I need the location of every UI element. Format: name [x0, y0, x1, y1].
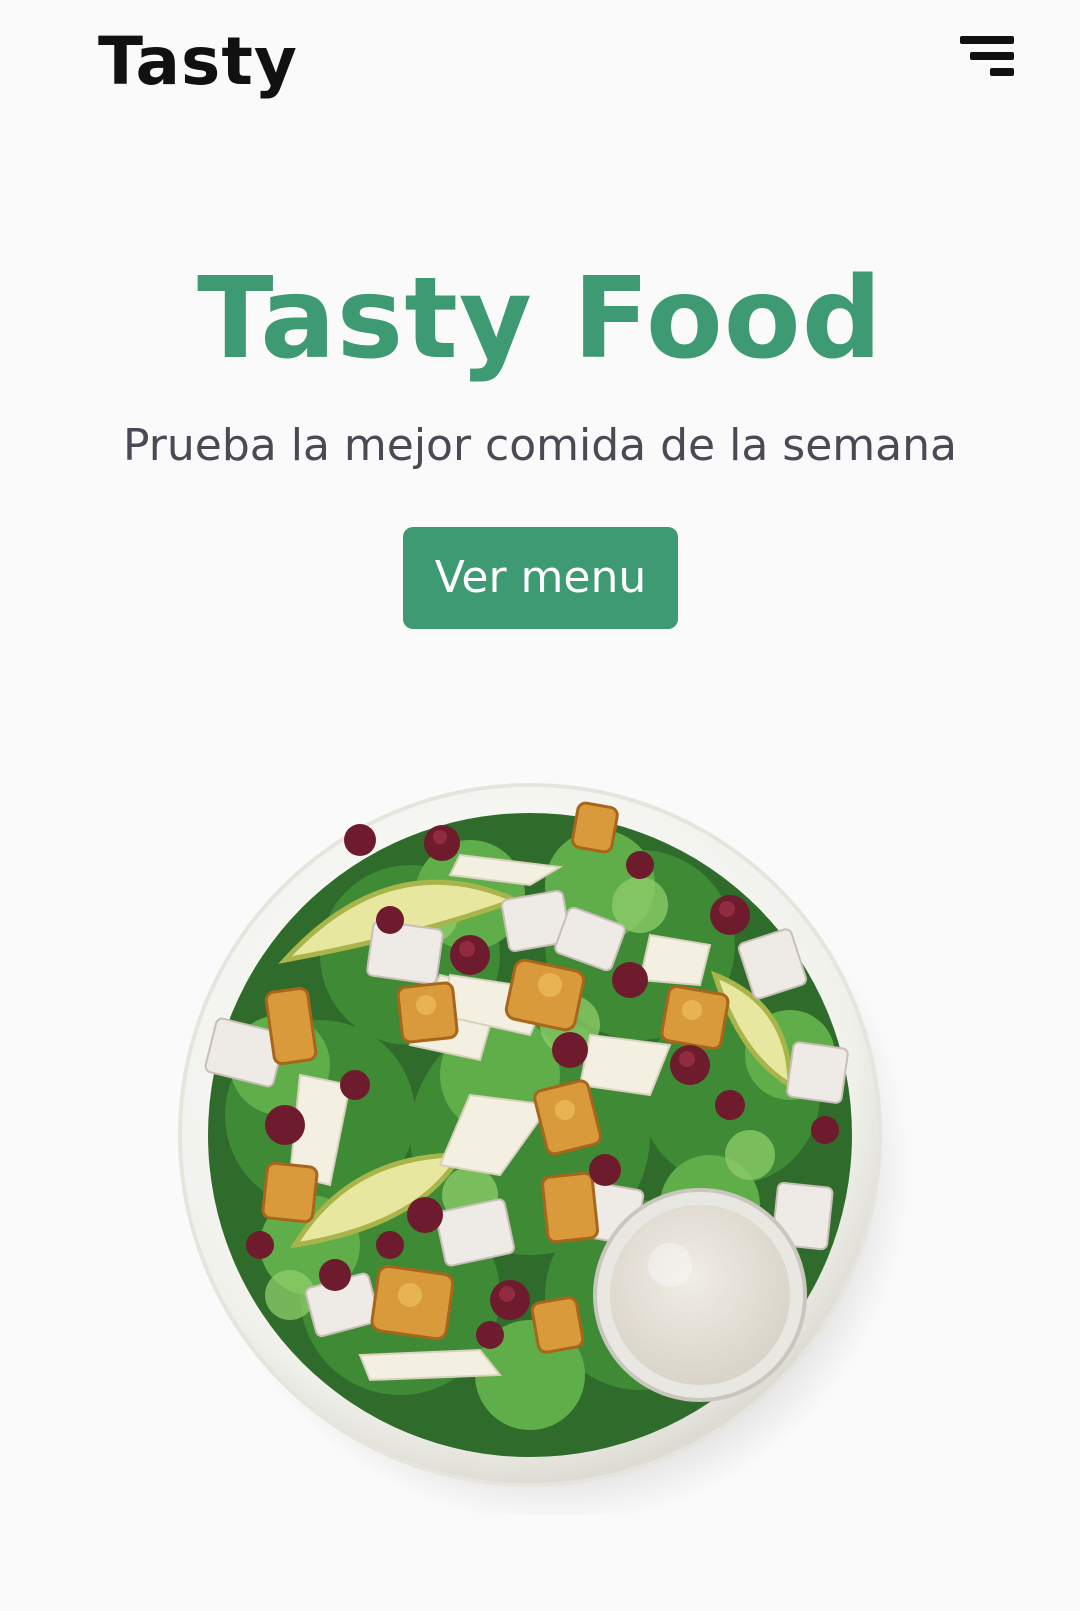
salad-bowl-image — [170, 775, 910, 1515]
hamburger-menu-icon[interactable] — [958, 36, 1014, 84]
hero-title: Tasty Food — [197, 254, 883, 384]
site-header: Tasty — [0, 0, 1080, 140]
hero-subtitle: Prueba la mejor comida de la semana — [123, 420, 957, 471]
menu-bar-bottom — [990, 68, 1014, 76]
view-menu-button[interactable]: Ver menu — [403, 527, 678, 629]
menu-bar-top — [960, 36, 1014, 44]
logo[interactable]: Tasty — [98, 22, 298, 101]
menu-bar-middle — [970, 52, 1014, 60]
